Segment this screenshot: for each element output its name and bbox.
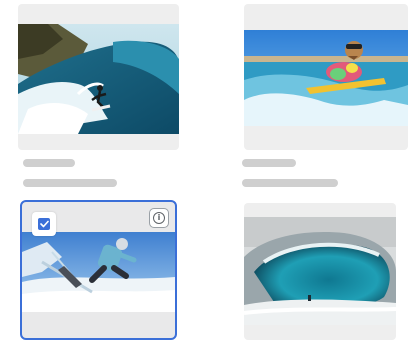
info-icon: i — [153, 212, 165, 224]
subtitle-placeholder-2 — [242, 179, 338, 187]
select-checkbox[interactable] — [32, 212, 56, 236]
wave-photo — [244, 217, 396, 325]
gallery-card-snowboarder[interactable]: i — [20, 200, 177, 340]
subtitle-placeholder-1 — [23, 179, 117, 187]
image-gallery: i — [0, 0, 408, 340]
checkmark-icon — [38, 218, 50, 230]
dog-photo — [244, 30, 408, 126]
title-placeholder-1 — [23, 159, 75, 167]
info-button[interactable]: i — [149, 208, 169, 228]
gallery-card-dog[interactable] — [244, 4, 408, 150]
surfer-photo — [18, 24, 179, 134]
gallery-card-surfer[interactable] — [18, 4, 179, 150]
snowboarder-photo — [22, 232, 175, 312]
title-placeholder-2 — [242, 159, 296, 167]
gallery-card-wave[interactable] — [244, 203, 396, 340]
